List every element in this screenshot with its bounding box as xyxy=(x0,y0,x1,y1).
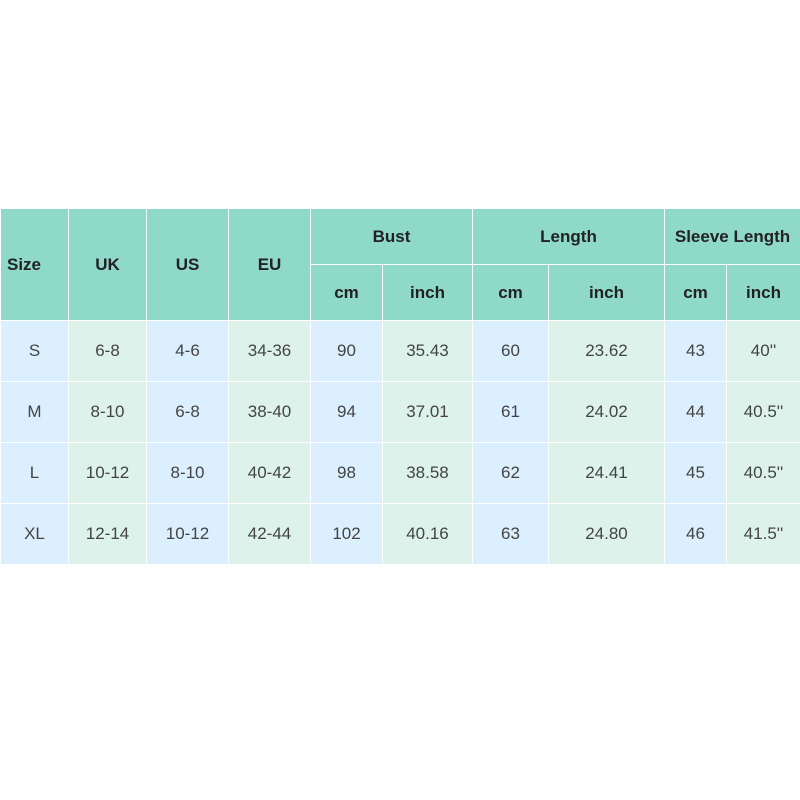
cell-bust-inch: 35.43 xyxy=(382,320,473,382)
header-bust-cm: cm xyxy=(310,264,383,321)
cell-length-cm: 61 xyxy=(472,381,549,443)
cell-eu: 42-44 xyxy=(228,503,311,565)
cell-size: L xyxy=(0,442,69,504)
header-bust: Bust xyxy=(310,208,473,265)
cell-length-inch: 23.62 xyxy=(548,320,665,382)
cell-us: 6-8 xyxy=(146,381,229,443)
cell-sleeve-inch: 40.5'' xyxy=(725,442,800,504)
header-length-inch: inch xyxy=(548,264,665,321)
cell-uk: 12-14 xyxy=(68,503,147,565)
cell-uk: 10-12 xyxy=(68,442,147,504)
cell-length-cm: 60 xyxy=(472,320,549,382)
header-bust-inch: inch xyxy=(382,264,473,321)
cell-length-inch: 24.80 xyxy=(548,503,665,565)
cell-us: 4-6 xyxy=(146,320,229,382)
header-sleeve-cm: cm xyxy=(664,264,727,321)
cell-sleeve-cm: 45 xyxy=(664,442,727,504)
cell-us: 8-10 xyxy=(146,442,229,504)
cell-uk: 6-8 xyxy=(68,320,147,382)
cell-uk: 8-10 xyxy=(68,381,147,443)
cell-eu: 34-36 xyxy=(228,320,311,382)
cell-sleeve-inch: 40.5'' xyxy=(725,381,800,443)
cell-size: M xyxy=(0,381,69,443)
cell-sleeve-cm: 44 xyxy=(664,381,727,443)
cell-bust-inch: 38.58 xyxy=(382,442,473,504)
cell-bust-cm: 94 xyxy=(310,381,383,443)
cell-bust-cm: 90 xyxy=(310,320,383,382)
cell-sleeve-cm: 43 xyxy=(664,320,727,382)
table-row: S 6-8 4-6 34-36 90 35.43 60 23.62 43 40'… xyxy=(0,320,800,382)
cell-sleeve-inch: 40'' xyxy=(725,320,800,382)
cell-sleeve-cm: 46 xyxy=(664,503,727,565)
cell-bust-inch: 37.01 xyxy=(382,381,473,443)
size-chart-table: Size UK US EU Bust Length Sleeve Length … xyxy=(0,208,800,565)
header-row: Size UK US EU Bust Length Sleeve Length xyxy=(0,208,800,321)
table-header: Size UK US EU Bust Length Sleeve Length … xyxy=(0,208,800,321)
table-row: L 10-12 8-10 40-42 98 38.58 62 24.41 45 … xyxy=(0,442,800,504)
header-size: Size xyxy=(0,208,69,321)
table-body: S 6-8 4-6 34-36 90 35.43 60 23.62 43 40'… xyxy=(0,320,800,565)
header-uk: UK xyxy=(68,208,147,321)
cell-eu: 38-40 xyxy=(228,381,311,443)
cell-bust-inch: 40.16 xyxy=(382,503,473,565)
cell-sleeve-inch: 41.5'' xyxy=(725,503,800,565)
header-sleeve-length: Sleeve Length xyxy=(663,208,800,265)
header-length-cm: cm xyxy=(472,264,549,321)
cell-length-cm: 63 xyxy=(472,503,549,565)
cell-size: XL xyxy=(0,503,69,565)
cell-size: S xyxy=(0,320,69,382)
table-row: XL 12-14 10-12 42-44 102 40.16 63 24.80 … xyxy=(0,503,800,565)
header-eu: EU xyxy=(228,208,311,321)
cell-bust-cm: 102 xyxy=(310,503,383,565)
cell-eu: 40-42 xyxy=(228,442,311,504)
cell-us: 10-12 xyxy=(146,503,229,565)
cell-length-cm: 62 xyxy=(472,442,549,504)
cell-bust-cm: 98 xyxy=(310,442,383,504)
header-length: Length xyxy=(472,208,665,265)
header-us: US xyxy=(146,208,229,321)
cell-length-inch: 24.02 xyxy=(548,381,665,443)
header-sleeve-inch: inch xyxy=(725,264,800,321)
table-row: M 8-10 6-8 38-40 94 37.01 61 24.02 44 40… xyxy=(0,381,800,443)
cell-length-inch: 24.41 xyxy=(548,442,665,504)
